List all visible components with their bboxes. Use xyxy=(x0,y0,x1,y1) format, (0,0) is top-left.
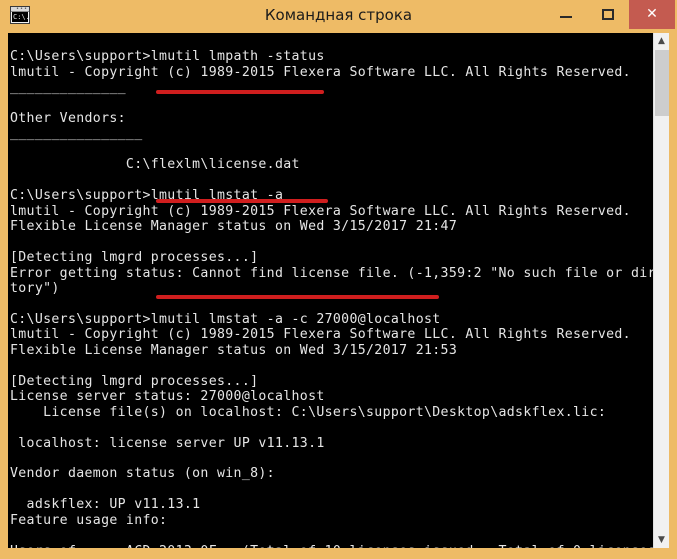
command-highlight-2 xyxy=(156,199,328,203)
command-highlight-3 xyxy=(156,295,439,299)
close-icon: ✕ xyxy=(646,6,658,22)
console-scrollbar[interactable]: ▲ ▼ xyxy=(653,33,669,548)
scrollbar-thumb[interactable] xyxy=(655,50,669,116)
maximize-button[interactable] xyxy=(587,0,629,29)
title-bar[interactable]: ••• C:\. Командная строка ✕ xyxy=(0,0,677,31)
command-highlight-1 xyxy=(156,90,324,94)
minimize-button[interactable] xyxy=(545,0,587,29)
maximize-icon xyxy=(602,9,614,20)
close-button[interactable]: ✕ xyxy=(629,0,675,29)
console-output-area[interactable]: C:\Users\support>lmutil lmpath -status l… xyxy=(8,33,669,548)
console-icon: ••• C:\. xyxy=(10,6,30,24)
minimize-icon xyxy=(560,16,572,18)
scroll-down-arrow-icon[interactable]: ▼ xyxy=(654,532,669,548)
console-icon-screen: C:\. xyxy=(12,12,28,22)
command-prompt-window: ••• C:\. Командная строка ✕ C:\Users\sup… xyxy=(0,0,677,559)
scroll-up-arrow-icon[interactable]: ▲ xyxy=(654,33,669,49)
